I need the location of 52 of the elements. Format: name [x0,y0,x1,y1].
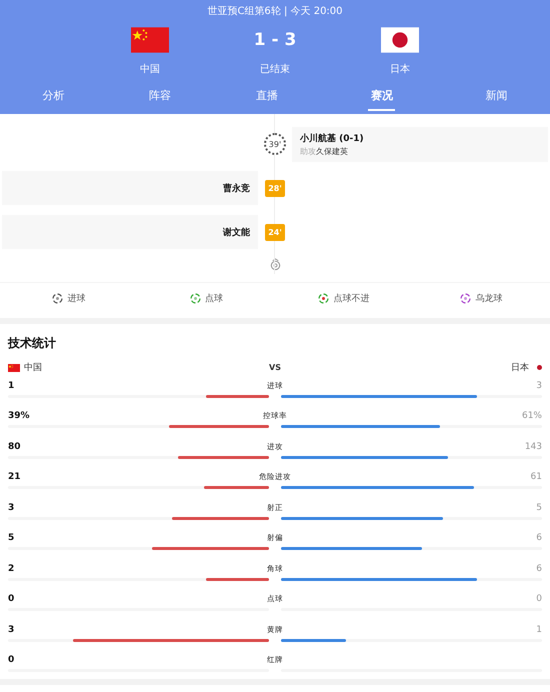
stat-value: 3 [8,502,16,513]
team-name: 日本 [390,62,410,76]
legend-label: 点球不进 [333,292,370,304]
stat-value: 1 [535,624,542,635]
player-name: 谢文能 [223,226,250,238]
stat-value: 0 [8,655,16,666]
score: 1 - 3 [254,29,296,52]
ball-icon [460,292,472,304]
team-name: 日本 [510,362,529,374]
team-name: 中国 [24,362,42,374]
vs-label: VS [269,363,281,372]
legend-label: 点球 [204,292,223,304]
tab[interactable]: 阵容 [146,84,174,111]
ball-icon [190,292,201,304]
tab[interactable]: 直播 [254,84,280,111]
player-name: 小川航基 (0-1) [300,132,365,144]
china-flag-icon [8,364,20,372]
tab[interactable]: 新闻 [483,84,510,111]
assist-text: 助攻久保建英 [300,146,349,156]
stat-value: 80 [8,442,22,452]
stat-value: 5 [535,502,542,513]
tab[interactable]: 赛况 [368,84,396,111]
ball-icon [52,292,64,304]
stat-value: 6 [535,564,542,574]
legend-label: 进球 [67,292,86,304]
legend-label: 乌龙球 [475,292,502,304]
stat-value: 6 [535,533,542,544]
team-dot-icon [536,365,542,370]
goal-minute-marker: 39' [264,133,286,155]
card-minute: 24' [265,224,285,240]
ball-icon [318,292,330,304]
card-minute: 28' [265,180,285,196]
stat-value: 39% [8,411,31,422]
stat-value: 0 [8,594,16,604]
team-name: 中国 [140,62,160,76]
stat-value: 0 [535,594,542,604]
china-flag-icon [131,27,169,53]
match-status: 已结束 [260,62,290,76]
tab[interactable]: 分析 [40,84,67,111]
stat-value: 5 [8,533,16,544]
stat-value: 2 [8,564,16,574]
stat-value: 21 [8,472,22,482]
match-title: 世亚预C组第6轮 | 今天 20:00 [207,4,343,18]
stat-value: 3 [535,380,542,391]
stat-value: 1 [8,380,16,391]
stat-value: 143 [524,442,542,452]
stat-value: 61% [520,411,542,422]
player-name: 曹永竞 [223,182,250,194]
stat-value: 61 [530,472,542,482]
section-title: 技术统计 [8,335,57,352]
japan-flag-icon [381,27,419,53]
stat-value: 3 [8,624,16,635]
